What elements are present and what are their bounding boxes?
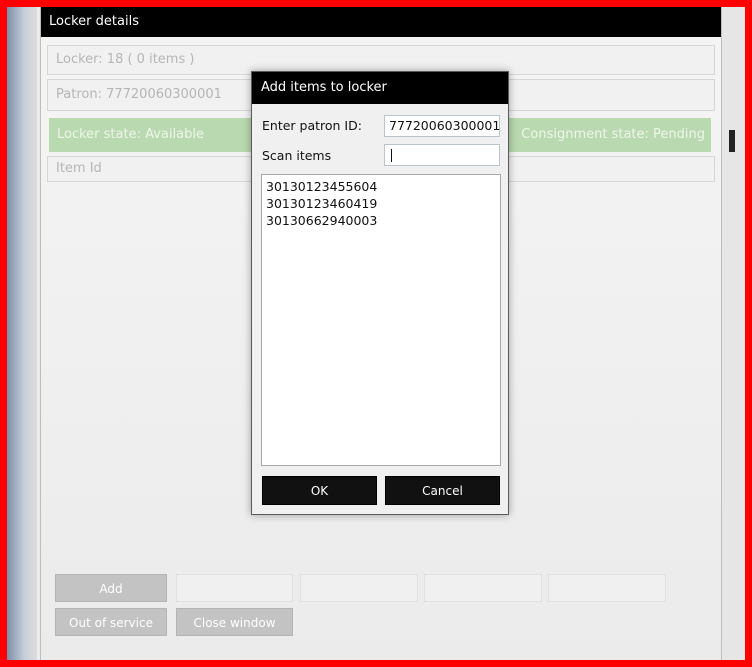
close-window-button[interactable]: Close window [176,608,293,636]
scan-items-input[interactable] [384,144,500,166]
item-id-column-header: Item Id [56,161,102,176]
list-item[interactable]: 30130123460419 [266,195,496,212]
disabled-button-2[interactable] [300,574,418,602]
consignment-state-label: Consignment state: Pending [521,127,705,142]
disabled-button-3[interactable] [424,574,542,602]
out-of-service-button[interactable]: Out of service [55,608,167,636]
patron-id-value: 77720060300001 [389,118,501,133]
scroll-marker [729,130,735,152]
disabled-button-4[interactable] [548,574,666,602]
background-window-edge [7,7,37,660]
locker-state-label: Locker state: Available [57,127,204,142]
scan-items-label: Scan items [262,148,332,163]
patron-id-label: Enter patron ID: [262,118,362,133]
ok-button[interactable]: OK [262,476,377,505]
add-items-dialog: Add items to locker Enter patron ID: 777… [251,71,509,515]
disabled-button-1[interactable] [176,574,293,602]
list-item[interactable]: 30130123455604 [266,178,496,195]
cancel-button[interactable]: Cancel [385,476,500,505]
scanned-items-list[interactable]: 30130123455604 30130123460419 3013066294… [261,174,501,466]
patron-id-input[interactable]: 77720060300001 [384,115,500,137]
window-title: Locker details [41,7,721,37]
background-window-edge-right [722,7,745,660]
add-button[interactable]: Add [55,574,167,602]
patron-label: Patron: 77720060300001 [56,87,222,102]
locker-label: Locker: 18 ( 0 items ) [56,52,195,67]
text-caret [391,149,392,162]
list-item[interactable]: 30130662940003 [266,212,496,229]
dialog-title: Add items to locker [252,72,508,104]
